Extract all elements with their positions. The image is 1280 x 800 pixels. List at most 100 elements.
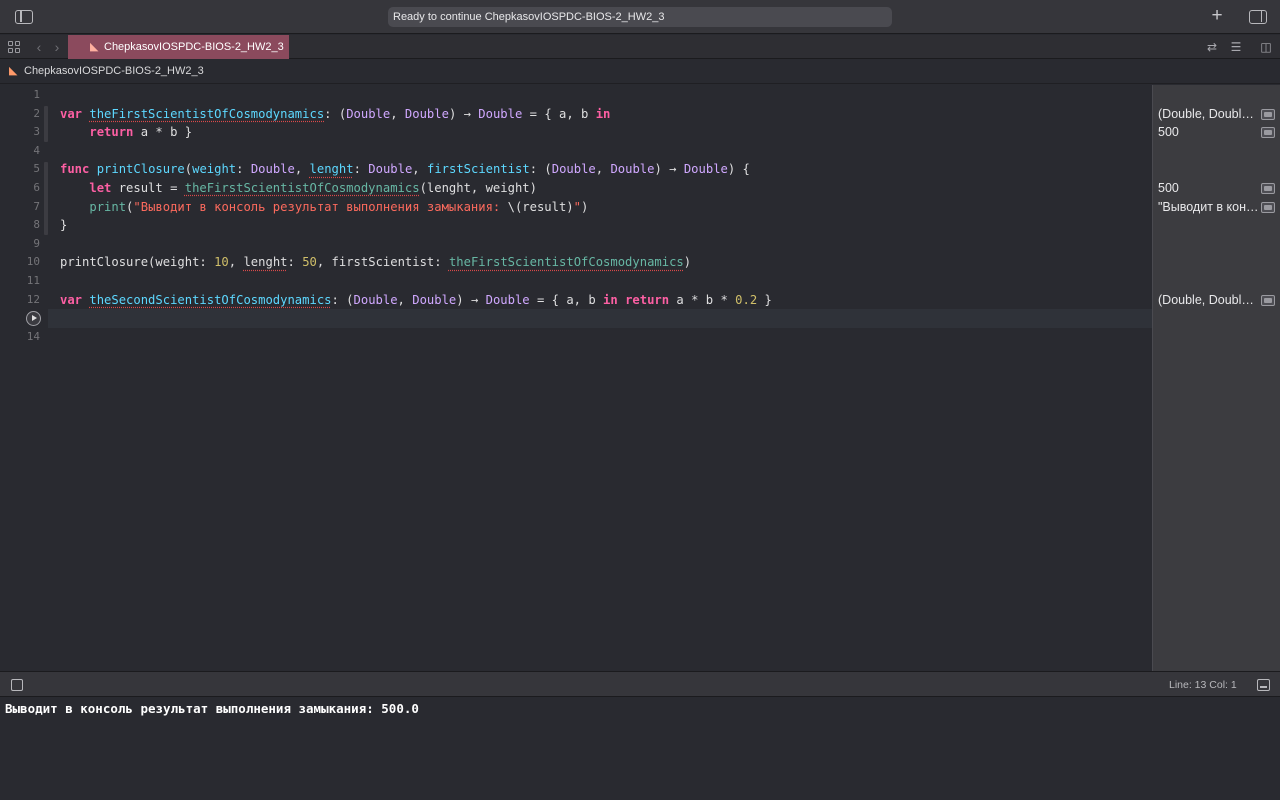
code-line[interactable]: }	[60, 216, 67, 235]
cursor-position: Line: 13 Col: 1	[1169, 679, 1237, 691]
code-token: : (	[324, 106, 347, 121]
code-line[interactable]: var theFirstScientistOfCosmodynamics: (D…	[60, 105, 610, 124]
add-tab-button[interactable]: +	[1208, 6, 1226, 26]
show-console-icon[interactable]	[1257, 679, 1270, 691]
code-token: )	[581, 199, 589, 214]
code-token: , firstScientist:	[316, 255, 449, 270]
fold-ribbon	[44, 106, 48, 142]
line-number[interactable]: 12	[0, 291, 40, 310]
navigate-forward-button[interactable]: ›	[51, 38, 63, 56]
line-number[interactable]: 2	[0, 105, 40, 124]
related-items-grid-icon[interactable]	[8, 41, 20, 53]
code-token: : (	[331, 292, 354, 307]
run-playground-icon[interactable]	[26, 311, 41, 326]
code-line[interactable]: var theSecondScientistOfCosmodynamics: (…	[60, 291, 772, 310]
results-sidebar: (Double, Double) -> Double 500 500 "Выводит…	[1152, 85, 1280, 671]
breadcrumb[interactable]: ◣ ChepkasovIOSPDC-BIOS-2_HW2_3	[0, 60, 1280, 84]
code-token: }	[60, 218, 68, 233]
add-editor-split-icon[interactable]: ◫	[1258, 39, 1274, 55]
line-number[interactable]: 9	[0, 235, 40, 254]
toggle-navigator-icon[interactable]	[15, 10, 33, 24]
code-token: :	[236, 162, 251, 177]
code-token: in	[603, 292, 618, 307]
code-line[interactable]: func printClosure(weight: Double, lenght…	[60, 160, 750, 179]
code-line[interactable]: return a * b }	[60, 123, 192, 142]
code-token: return	[625, 292, 670, 307]
code-token: Double	[250, 162, 295, 177]
code-token: 10	[214, 255, 229, 270]
line-number[interactable]: 6	[0, 179, 40, 198]
editor-tab-active[interactable]: ◣ ChepkasovIOSPDC-BIOS-2_HW2_3	[68, 35, 289, 59]
swift-icon: ◣	[90, 41, 99, 53]
breadcrumb-file[interactable]: ChepkasovIOSPDC-BIOS-2_HW2_3	[24, 60, 204, 82]
code-token: ,	[228, 255, 244, 270]
swap-arrows-icon[interactable]: ⇄	[1204, 39, 1220, 55]
quick-look-icon[interactable]	[1261, 183, 1275, 194]
code-token: :	[353, 162, 369, 177]
code-token: Double	[683, 162, 728, 177]
code-editor[interactable]: 1234567891011121314 var theFirstScientis…	[0, 85, 1152, 671]
code-token: return	[89, 125, 134, 140]
line-number[interactable]: 14	[0, 328, 40, 347]
quick-look-icon[interactable]	[1261, 127, 1275, 139]
code-token: lenght	[243, 255, 288, 270]
code-token: = { a, b	[529, 292, 604, 307]
line-number[interactable]: 1	[0, 86, 40, 105]
result-value: "Выводит в консоль результат выполнения …	[1158, 199, 1260, 214]
line-number[interactable]: 8	[0, 216, 40, 235]
code-token: (lenght, weight)	[419, 181, 537, 195]
quick-look-icon[interactable]	[1261, 201, 1275, 213]
code-token: theSecondScientistOfCosmodynamics	[89, 292, 332, 307]
line-number[interactable]: 7	[0, 198, 40, 217]
line-number[interactable]: 11	[0, 272, 40, 291]
code-token: :	[287, 255, 303, 270]
swift-file-icon: ◣	[9, 65, 18, 77]
result-value: 500	[1158, 181, 1179, 195]
quick-look-icon[interactable]	[1261, 294, 1275, 306]
code-token: printClosure(weight:	[60, 255, 215, 270]
line-number[interactable]: 3	[0, 123, 40, 142]
result-value: 500	[1158, 125, 1179, 140]
code-line[interactable]: printClosure(weight: 10, lenght: 50, fir…	[60, 253, 691, 272]
code-token: weight	[192, 162, 237, 177]
code-token: ,	[412, 162, 427, 177]
code-token: ) →	[448, 106, 479, 121]
code-token: let	[89, 181, 112, 195]
editor-options-icon[interactable]: ☰	[1227, 39, 1245, 55]
code-token: a * b }	[133, 125, 193, 140]
code-line[interactable]: let result = theFirstScientistOfCosmodyn…	[60, 179, 537, 198]
tab-bar: ‹ › ◣ ChepkasovIOSPDC-BIOS-2_HW2_3 ⇄ ☰ ◫	[0, 35, 1280, 59]
hide-debug-area-icon[interactable]	[11, 679, 23, 691]
code-token: print	[89, 199, 127, 214]
toggle-inspector-icon[interactable]	[1249, 10, 1267, 24]
result-value: (Double, Double) -> Double	[1158, 292, 1260, 307]
code-token: Double	[353, 292, 398, 307]
code-token: lenght	[309, 162, 354, 177]
line-number[interactable]: 5	[0, 160, 40, 179]
code-token: ,	[390, 106, 405, 121]
line-number[interactable]: 4	[0, 142, 40, 161]
code-token: in	[595, 106, 611, 121]
code-token: a * b *	[669, 292, 736, 307]
fold-ribbon	[44, 162, 48, 235]
code-token: 0.2	[735, 292, 758, 307]
code-token: Double	[551, 162, 596, 177]
code-token: Double	[478, 106, 523, 121]
code-token: ) →	[456, 292, 486, 307]
debug-bar: Line: 13 Col: 1	[0, 671, 1280, 697]
code-token: Double	[368, 162, 413, 177]
console-area[interactable]: Выводит в консоль результат выполнения з…	[0, 698, 1280, 800]
navigate-back-button[interactable]: ‹	[33, 38, 45, 56]
code-line[interactable]: print("Выводит в консоль результат выпол…	[60, 198, 588, 217]
code-token: Double	[346, 106, 391, 121]
code-token: func	[60, 162, 90, 177]
code-token: theFirstScientistOfCosmodynamics	[448, 255, 684, 270]
code-token: : (	[529, 162, 552, 177]
code-token: "	[573, 199, 581, 214]
code-token: printClosure	[96, 162, 185, 177]
activity-status: Ready to continue ChepkasovIOSPDC-BIOS-2…	[388, 7, 892, 27]
quick-look-icon[interactable]	[1261, 108, 1275, 120]
code-token: )	[683, 255, 692, 270]
line-number[interactable]: 10	[0, 253, 40, 272]
